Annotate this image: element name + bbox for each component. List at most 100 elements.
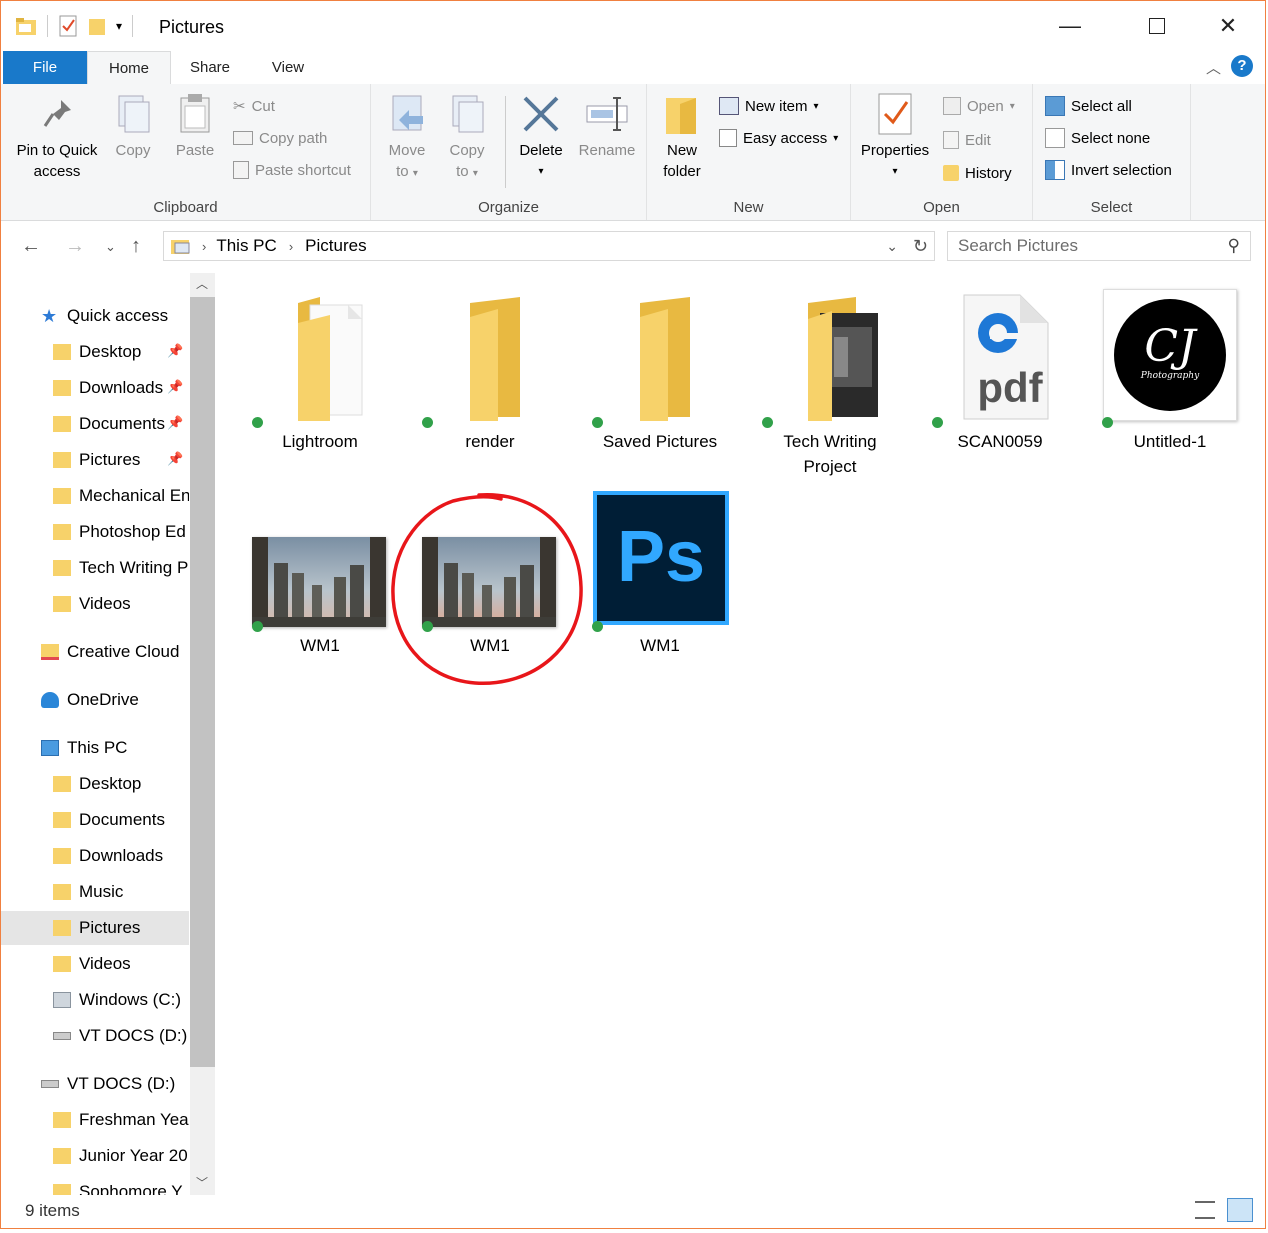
minimize-button[interactable]: — (1035, 1, 1105, 51)
properties-qat-icon[interactable] (58, 15, 78, 37)
nav-quick-mechanical[interactable]: Mechanical Eng (53, 479, 189, 513)
select-none-button[interactable]: Select none (1045, 127, 1150, 149)
breadcrumb-pictures[interactable]: Pictures (305, 236, 366, 256)
move-to-icon (385, 92, 429, 136)
delete-button[interactable]: Delete ▾ (513, 92, 569, 182)
customize-qat-icon[interactable]: ▾ (116, 19, 122, 33)
search-input[interactable]: Search Pictures ⚲ (947, 231, 1251, 261)
file-item-wm1-image[interactable]: WM1 (245, 513, 395, 663)
cut-button[interactable]: ✂ Cut (233, 95, 275, 117)
properties-button[interactable]: Properties ▾ (857, 92, 933, 182)
new-folder-button[interactable]: New folder (657, 92, 707, 182)
paste-shortcut-label: Paste shortcut (255, 161, 351, 179)
breadcrumb-this-pc[interactable]: This PC (216, 236, 276, 256)
rename-button[interactable]: Rename (575, 92, 639, 161)
invert-selection-button[interactable]: Invert selection (1045, 159, 1172, 181)
help-button[interactable]: ? (1231, 55, 1253, 77)
tab-share[interactable]: Share (173, 51, 247, 84)
paste-shortcut-button[interactable]: Paste shortcut (233, 159, 351, 181)
open-group-label: Open (923, 199, 960, 216)
computer-icon (41, 740, 59, 756)
file-item-wm1-image-circled[interactable]: WM1 (415, 513, 565, 663)
nav-drive-freshman[interactable]: Freshman Year (53, 1103, 189, 1137)
copy-to-button[interactable]: Copy to ▾ (441, 92, 493, 184)
properties-label: Properties (860, 142, 930, 159)
paste-shortcut-icon (233, 161, 249, 179)
move-to-button[interactable]: Move to ▾ (381, 92, 433, 184)
select-all-button[interactable]: Select all (1045, 95, 1132, 117)
nav-quick-videos[interactable]: Videos (53, 587, 189, 621)
nav-onedrive[interactable]: OneDrive (41, 683, 139, 717)
close-button[interactable]: ✕ (1193, 1, 1263, 51)
nav-pc-videos[interactable]: Videos (53, 947, 189, 981)
nav-scrollbar[interactable]: ︿ ﹀ (190, 273, 215, 1195)
new-item-button[interactable]: New item ▾ (719, 95, 819, 117)
file-item-saved-pictures[interactable]: Saved Pictures (585, 293, 735, 473)
pin-to-quick-access-button[interactable]: Pin to Quick access (9, 92, 105, 182)
details-view-icon[interactable] (1195, 1201, 1215, 1219)
pdf-icon-text: pdf (977, 364, 1043, 411)
forward-arrow-icon[interactable]: → (65, 235, 85, 258)
clipboard-group-label: Clipboard (153, 199, 218, 216)
file-item-wm1-psd[interactable]: Ps WM1 (585, 491, 735, 663)
nav-vt-docs-drive[interactable]: VT DOCS (D:) (41, 1067, 175, 1101)
documents-folder-icon (53, 416, 71, 432)
nav-pc-vt-docs[interactable]: VT DOCS (D:) (53, 1019, 189, 1053)
nav-scrollbar-thumb[interactable] (190, 297, 215, 1067)
nav-quick-pictures[interactable]: Pictures (53, 443, 171, 477)
copy-path-button[interactable]: Copy path (233, 127, 327, 149)
new-folder-qat-icon[interactable] (88, 16, 106, 36)
nav-quick-access[interactable]: ★ Quick access (41, 299, 168, 333)
large-icons-view-icon[interactable] (1227, 1198, 1253, 1222)
move-to-dropdown-icon: ▾ (412, 168, 418, 179)
address-bar[interactable]: › This PC › Pictures ⌄ ↻ (163, 231, 935, 261)
address-row: ← → ⌄ ↑ › This PC › Pictures ⌄ ↻ Search … (1, 221, 1265, 273)
tab-view[interactable]: View (251, 51, 325, 84)
back-arrow-icon[interactable]: ← (21, 235, 41, 258)
nav-pc-pictures[interactable]: Pictures (1, 911, 189, 945)
refresh-icon[interactable]: ↻ (913, 236, 928, 257)
explorer-folder-icon[interactable] (15, 16, 37, 36)
file-name-line-2: Project (803, 457, 857, 476)
nav-label: Quick access (67, 306, 169, 325)
file-item-lightroom[interactable]: Lightroom (245, 293, 395, 473)
nav-creative-cloud[interactable]: Creative Cloud (41, 635, 179, 669)
nav-pc-downloads[interactable]: Downloads (53, 839, 189, 873)
history-button[interactable]: History (943, 162, 1012, 184)
breadcrumb-separator-icon: › (288, 238, 294, 254)
organize-group-label: Organize (478, 199, 539, 216)
nav-quick-photoshop[interactable]: Photoshop Ed (53, 515, 189, 549)
address-dropdown-icon[interactable]: ⌄ (886, 238, 898, 255)
maximize-button[interactable] (1122, 1, 1192, 51)
easy-access-button[interactable]: Easy access ▾ (719, 127, 838, 149)
scroll-down-icon[interactable]: ﹀ (196, 1174, 208, 1191)
paste-button[interactable]: Paste (169, 92, 221, 161)
nav-pc-music[interactable]: Music (53, 875, 189, 909)
nav-pc-desktop[interactable]: Desktop (53, 767, 189, 801)
folder-icon (53, 1184, 71, 1195)
nav-quick-documents[interactable]: Documents (53, 407, 165, 441)
usb-drive-icon (41, 1080, 59, 1088)
nav-pc-documents[interactable]: Documents (53, 803, 189, 837)
open-button[interactable]: Open ▾ (943, 95, 1015, 117)
file-item-untitled-1[interactable]: CJ Photography Untitled-1 (1095, 289, 1245, 473)
folder-with-images-icon (808, 297, 878, 421)
file-item-tech-writing-project[interactable]: Tech Writing Project (755, 293, 905, 493)
nav-quick-downloads[interactable]: Downloads (53, 371, 171, 405)
tab-home[interactable]: Home (87, 51, 171, 85)
scroll-up-icon[interactable]: ︿ (196, 275, 208, 292)
nav-quick-tech-writing[interactable]: Tech Writing P (53, 551, 189, 585)
up-arrow-icon[interactable]: ↑ (131, 235, 141, 258)
nav-drive-junior[interactable]: Junior Year 20 (53, 1139, 189, 1173)
copy-button[interactable]: Copy (107, 92, 159, 161)
nav-drive-sophomore[interactable]: Sophomore Y (53, 1175, 189, 1195)
nav-this-pc[interactable]: This PC (41, 731, 127, 765)
file-item-scan0059[interactable]: pdf SCAN0059 (925, 293, 1075, 473)
nav-pc-windows-c[interactable]: Windows (C:) (53, 983, 189, 1017)
file-item-render[interactable]: render (415, 293, 565, 473)
tab-file[interactable]: File (3, 51, 87, 84)
recent-locations-icon[interactable]: ⌄ (105, 239, 116, 255)
collapse-ribbon-icon[interactable]: ︿ (1206, 57, 1221, 78)
pin-icon: 📌 (167, 343, 184, 358)
edit-button[interactable]: Edit (943, 129, 991, 151)
